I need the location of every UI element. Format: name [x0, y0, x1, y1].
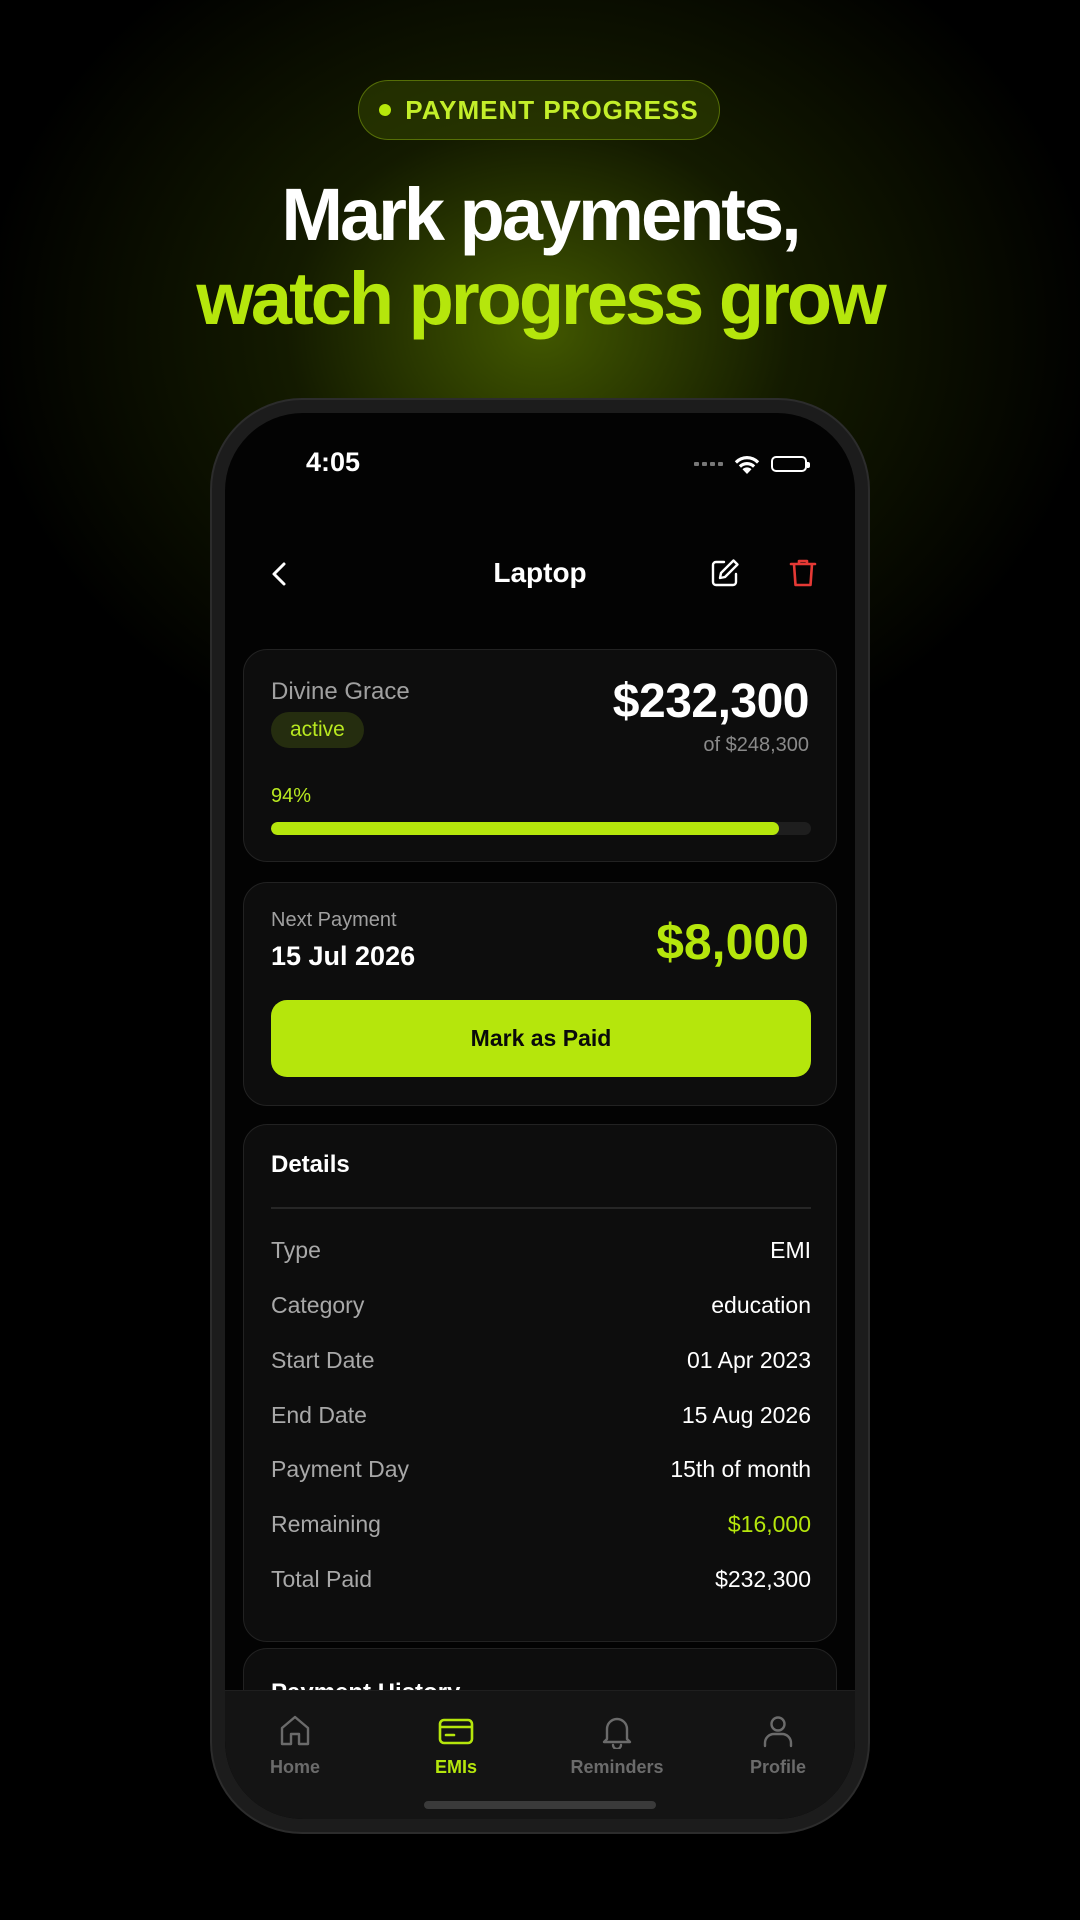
next-payment-date: 15 Jul 2026: [271, 941, 416, 971]
phone-screen: 4:05 Laptop Divine Grace active $232,300…: [225, 413, 855, 1819]
total-amount: of $248,300: [703, 734, 809, 756]
detail-value: 01 Apr 2023: [686, 1347, 811, 1373]
owner-name: Divine Grace: [271, 678, 410, 705]
detail-label: Payment Day: [271, 1456, 410, 1482]
detail-value: $232,300: [715, 1566, 811, 1592]
detail-row-end-date: End Date 15 Aug 2026: [271, 1402, 811, 1429]
status-icons: [694, 453, 810, 475]
tab-home[interactable]: Home: [245, 1713, 345, 1778]
edit-icon[interactable]: [708, 556, 742, 590]
next-payment-amount: $8,000: [656, 914, 809, 970]
tab-reminders[interactable]: Reminders: [567, 1713, 667, 1778]
detail-row-payment-day: Payment Day 15th of month: [271, 1456, 811, 1483]
detail-label: Start Date: [271, 1347, 375, 1373]
progress-percent: 94%: [271, 785, 312, 807]
details-divider: [271, 1207, 811, 1209]
tab-label: Reminders: [570, 1757, 664, 1777]
tab-label: EMIs: [434, 1757, 477, 1777]
details-title: Details: [271, 1151, 350, 1178]
detail-row-category: Category education: [271, 1292, 811, 1319]
tab-bar: Home EMIs Reminders Profile: [225, 1690, 855, 1819]
pill-dot: [379, 104, 392, 116]
card-icon: [438, 1718, 474, 1745]
detail-row-type: Type EMI: [271, 1237, 811, 1264]
detail-value: education: [711, 1292, 811, 1318]
tab-profile[interactable]: Profile: [728, 1713, 828, 1778]
user-icon: [763, 1716, 793, 1748]
wifi-icon: [734, 456, 760, 474]
detail-label: Type: [271, 1237, 321, 1263]
battery-icon: [771, 456, 810, 472]
bell-icon: [602, 1717, 632, 1749]
progress-track: [271, 822, 811, 835]
home-icon: [280, 1715, 310, 1746]
detail-value: EMI: [770, 1237, 811, 1263]
detail-value: $16,000: [727, 1511, 811, 1537]
summary-card: Divine Grace active $232,300 of $248,300…: [243, 649, 837, 862]
tab-emis[interactable]: EMIs: [406, 1713, 506, 1778]
next-payment-label: Next Payment: [271, 909, 397, 931]
tab-label: Profile: [749, 1757, 806, 1777]
headline-line1: Mark payments,: [281, 173, 801, 256]
pill-label: PAYMENT PROGRESS: [405, 94, 699, 125]
detail-label: Category: [271, 1292, 365, 1318]
detail-row-total-paid: Total Paid $232,300: [271, 1566, 811, 1593]
trash-icon[interactable]: [786, 556, 820, 590]
detail-value: 15 Aug 2026: [681, 1402, 811, 1428]
home-indicator: [424, 1801, 656, 1809]
details-card: Details Type EMI Category education Star…: [243, 1124, 837, 1642]
signal-icon: [694, 462, 723, 466]
detail-row-remaining: Remaining $16,000: [271, 1511, 811, 1538]
status-badge: active: [271, 712, 364, 748]
paid-amount: $232,300: [612, 675, 810, 728]
page-title: Laptop: [493, 557, 587, 588]
mark-as-paid-button[interactable]: Mark as Paid: [271, 1000, 811, 1077]
next-payment-card: Next Payment 15 Jul 2026 $8,000 Mark as …: [243, 882, 837, 1106]
section-pill: PAYMENT PROGRESS: [358, 80, 720, 140]
detail-row-start-date: Start Date 01 Apr 2023: [271, 1347, 811, 1374]
headline-line2: watch progress grow: [196, 257, 886, 340]
status-time: 4:05: [306, 447, 361, 477]
detail-value: 15th of month: [670, 1456, 811, 1482]
detail-label: Remaining: [271, 1511, 381, 1537]
progress-bar-fill: [271, 822, 779, 835]
detail-label: Total Paid: [271, 1566, 373, 1592]
tab-label: Home: [269, 1757, 320, 1777]
detail-label: End Date: [271, 1402, 367, 1428]
